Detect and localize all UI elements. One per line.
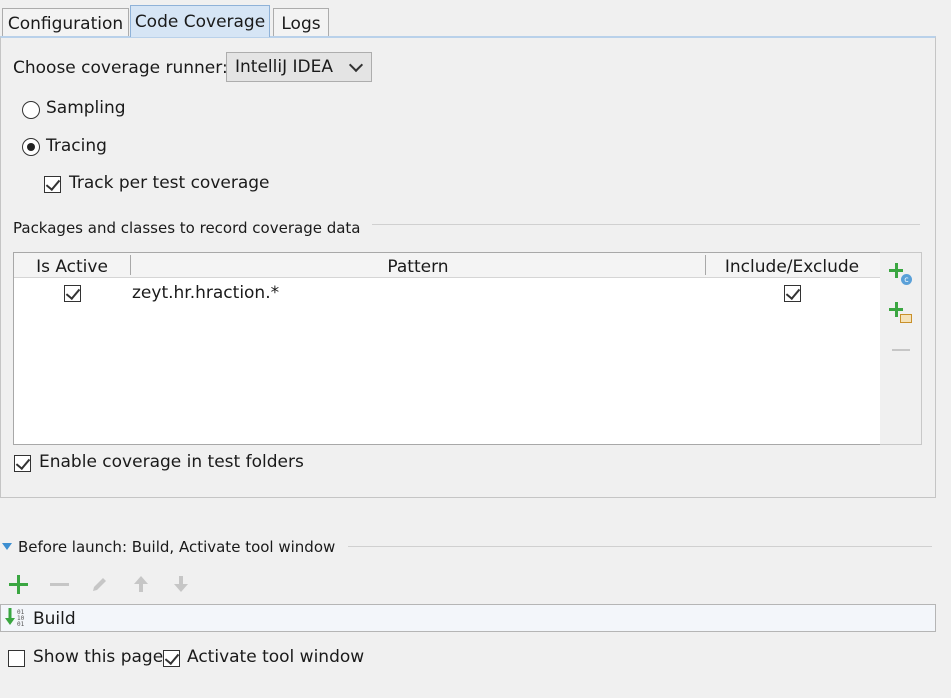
- track-per-test-checkbox[interactable]: [44, 176, 61, 193]
- tab-label: Logs: [281, 14, 321, 34]
- list-item[interactable]: 01 10 01 Build: [1, 605, 935, 631]
- section-divider: [372, 224, 920, 225]
- tab-logs[interactable]: Logs: [273, 8, 329, 36]
- packages-section-title: Packages and classes to record coverage …: [13, 219, 361, 237]
- runner-value: IntelliJ IDEA: [235, 57, 333, 77]
- tab-label: Configuration: [7, 14, 124, 34]
- remove-icon[interactable]: [892, 349, 910, 351]
- chevron-down-icon: [348, 57, 364, 73]
- before-launch-list: 01 10 01 Build: [0, 604, 936, 632]
- edit-icon[interactable]: [90, 574, 110, 594]
- row-active-checkbox[interactable]: [64, 285, 81, 302]
- activate-tool-window-checkbox[interactable]: [163, 650, 180, 667]
- before-launch-title[interactable]: Before launch: Build, Activate tool wind…: [18, 538, 335, 556]
- add-class-icon[interactable]: c: [889, 262, 913, 286]
- tab-label: Code Coverage: [134, 12, 266, 32]
- table-toolbar: c: [880, 252, 922, 445]
- move-up-icon[interactable]: [131, 574, 151, 594]
- show-this-page-checkbox[interactable]: [8, 650, 25, 667]
- table-header: Is Active Pattern Include/Exclude: [14, 253, 880, 278]
- sampling-label: Sampling: [46, 98, 126, 118]
- move-down-icon[interactable]: [171, 574, 191, 594]
- build-icon: 01 10 01: [4, 607, 30, 629]
- remove-icon[interactable]: [50, 583, 69, 586]
- tab-code-coverage[interactable]: Code Coverage: [130, 5, 270, 37]
- show-this-page-label: Show this page: [33, 647, 164, 667]
- expand-triangle-icon[interactable]: [2, 543, 12, 550]
- section-divider: [348, 546, 932, 547]
- enable-test-folders-label: Enable coverage in test folders: [39, 452, 304, 472]
- svg-text:01: 01: [17, 621, 25, 628]
- add-package-icon[interactable]: [889, 301, 913, 325]
- table-row[interactable]: zeyt.hr.hraction.*: [14, 278, 880, 306]
- track-per-test-label: Track per test coverage: [69, 173, 270, 193]
- enable-test-folders-checkbox[interactable]: [14, 455, 31, 472]
- row-pattern: zeyt.hr.hraction.*: [132, 283, 280, 303]
- sampling-radio[interactable]: [22, 101, 40, 119]
- runner-dropdown[interactable]: IntelliJ IDEA: [226, 52, 372, 82]
- tracing-label: Tracing: [46, 136, 107, 156]
- row-include-checkbox[interactable]: [784, 285, 801, 302]
- tracing-radio[interactable]: [22, 138, 40, 156]
- list-item-label: Build: [33, 609, 76, 629]
- tab-configuration[interactable]: Configuration: [2, 8, 129, 36]
- col-pattern[interactable]: Pattern: [131, 253, 705, 277]
- patterns-table: Is Active Pattern Include/Exclude zeyt.h…: [13, 252, 881, 445]
- activate-tool-window-label: Activate tool window: [187, 647, 365, 667]
- col-include-exclude[interactable]: Include/Exclude: [706, 253, 878, 277]
- add-icon[interactable]: [9, 575, 29, 595]
- runner-label: Choose coverage runner:: [13, 58, 228, 78]
- col-is-active[interactable]: Is Active: [14, 253, 130, 277]
